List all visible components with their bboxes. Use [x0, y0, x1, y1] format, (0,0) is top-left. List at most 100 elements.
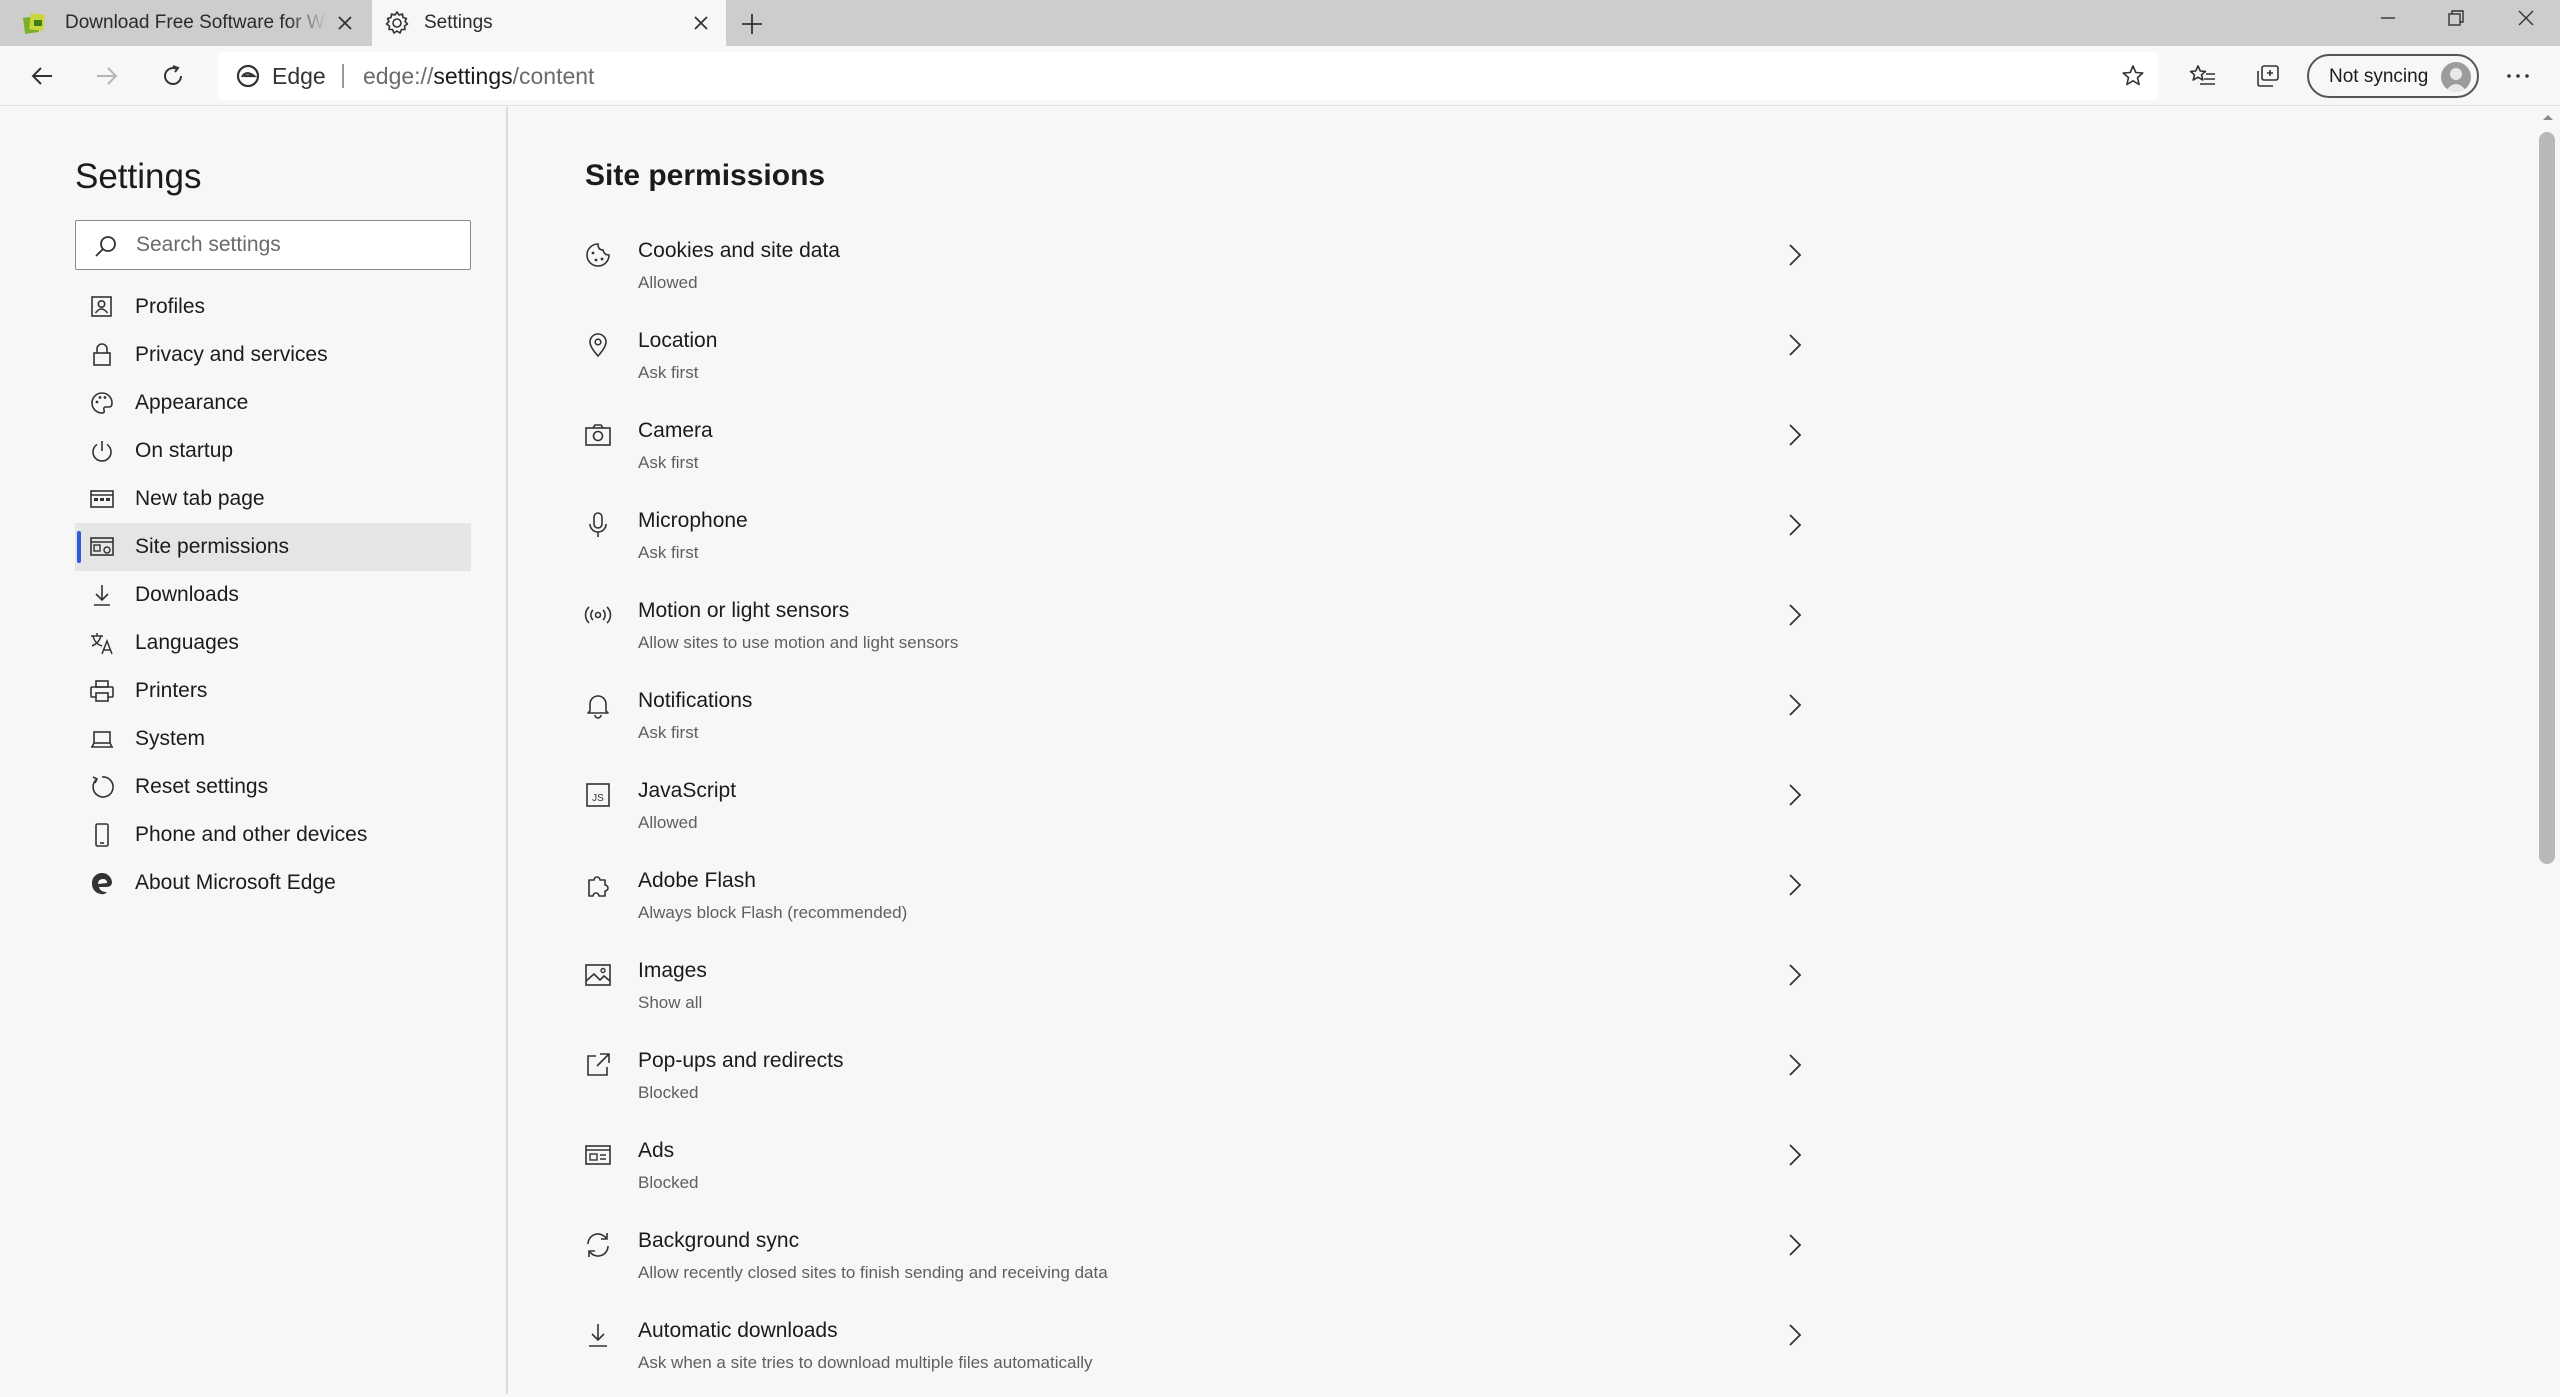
chevron-right-icon: [1780, 961, 1808, 989]
settings-and-more-button[interactable]: [2500, 58, 2536, 94]
forward-button[interactable]: [89, 58, 125, 94]
profile-icon: [89, 294, 115, 320]
refresh-button[interactable]: [155, 58, 191, 94]
sidebar-item-phone-and-other-devices[interactable]: Phone and other devices: [75, 811, 471, 859]
permission-status: Always block Flash (recommended): [638, 903, 908, 922]
permission-title: Camera: [638, 419, 713, 442]
url-text[interactable]: edge://settings/content: [363, 63, 594, 90]
permission-title: Background sync: [638, 1229, 800, 1252]
edge-logo-icon: [89, 870, 115, 896]
power-icon: [89, 438, 115, 464]
minimize-button[interactable]: [2354, 0, 2422, 36]
close-window-button[interactable]: [2492, 0, 2560, 36]
sidebar-item-reset-settings[interactable]: Reset settings: [75, 763, 471, 811]
gear-icon: [384, 10, 410, 36]
permission-title: Pop-ups and redirects: [638, 1049, 844, 1072]
permission-row-microphone[interactable]: Microphone Ask first: [580, 497, 1820, 587]
close-icon: [2518, 10, 2534, 26]
vertical-scrollbar[interactable]: [2535, 107, 2560, 1394]
sidebar-item-downloads[interactable]: Downloads: [75, 571, 471, 619]
collections-button[interactable]: [2250, 58, 2286, 94]
printer-icon: [89, 678, 115, 704]
back-button[interactable]: [24, 58, 60, 94]
bell-icon: [584, 691, 612, 719]
address-bar[interactable]: Edge edge://settings/content: [218, 52, 2158, 100]
popup-icon: [584, 1051, 612, 1079]
search-input[interactable]: [136, 231, 456, 259]
permission-row-cookies[interactable]: Cookies and site data Allowed: [580, 227, 1820, 317]
profile-sync-button[interactable]: Not syncing: [2307, 54, 2479, 98]
permission-row-adobe-flash[interactable]: Adobe Flash Always block Flash (recommen…: [580, 857, 1820, 947]
permission-status: Allowed: [638, 813, 698, 832]
lock-icon: [89, 342, 115, 368]
sensor-icon: [584, 601, 612, 629]
permission-row-automatic-downloads[interactable]: Automatic downloads Ask when a site trie…: [580, 1307, 1820, 1397]
permission-row-ads[interactable]: Ads Blocked: [580, 1127, 1820, 1217]
sidebar-item-privacy[interactable]: Privacy and services: [75, 331, 471, 379]
tab-download-software[interactable]: Download Free Software for Windows: [0, 0, 370, 46]
close-tab-icon[interactable]: [690, 12, 712, 34]
scrollbar-thumb[interactable]: [2539, 132, 2555, 864]
chevron-right-icon: [1780, 421, 1808, 449]
permission-title: Motion or light sensors: [638, 599, 850, 622]
chevron-right-icon: [1780, 1321, 1808, 1349]
sidebar-item-label: About Microsoft Edge: [135, 871, 336, 894]
permission-title: Location: [638, 329, 718, 352]
permission-row-background-sync[interactable]: Background sync Allow recently closed si…: [580, 1217, 1820, 1307]
sidebar-item-label: Phone and other devices: [135, 823, 368, 846]
permission-status: Show all: [638, 993, 703, 1012]
permission-row-location[interactable]: Location Ask first: [580, 317, 1820, 407]
close-tab-icon[interactable]: [334, 12, 356, 34]
permission-status: Allow recently closed sites to finish se…: [638, 1263, 1108, 1282]
sidebar-item-profiles[interactable]: Profiles: [75, 283, 471, 331]
permissions-list: Cookies and site data Allowed Location A…: [580, 227, 1820, 1397]
sidebar-item-languages[interactable]: Languages: [75, 619, 471, 667]
puzzle-icon: [584, 871, 612, 899]
sidebar-item-printers[interactable]: Printers: [75, 667, 471, 715]
languages-icon: [89, 630, 115, 656]
sidebar-item-about-microsoft-edge[interactable]: About Microsoft Edge: [75, 859, 471, 907]
permission-row-notifications[interactable]: Notifications Ask first: [580, 677, 1820, 767]
location-pin-icon: [584, 331, 612, 359]
chevron-right-icon: [1780, 601, 1808, 629]
collections-icon: [2257, 65, 2279, 87]
restore-button[interactable]: [2422, 0, 2490, 36]
sidebar-item-appearance[interactable]: Appearance: [75, 379, 471, 427]
url-path: /content: [512, 63, 595, 89]
sidebar-item-label: Site permissions: [135, 535, 290, 558]
new-tab-button[interactable]: [736, 8, 768, 40]
permission-row-motion-sensors[interactable]: Motion or light sensors Allow sites to u…: [580, 587, 1820, 677]
url-host: settings: [433, 63, 513, 89]
more-ellipsis-icon: [2507, 74, 2529, 78]
sidebar-item-new-tab-page[interactable]: New tab page: [75, 475, 471, 523]
sidebar-item-site-permissions[interactable]: Site permissions: [75, 523, 471, 571]
permission-row-camera[interactable]: Camera Ask first: [580, 407, 1820, 497]
tab-strip: Download Free Software for Windows Setti…: [0, 0, 2560, 46]
sidebar-item-on-startup[interactable]: On startup: [75, 427, 471, 475]
permission-row-images[interactable]: Images Show all: [580, 947, 1820, 1037]
search-box[interactable]: [75, 220, 471, 270]
sidebar-item-system[interactable]: System: [75, 715, 471, 763]
permission-row-popups[interactable]: Pop-ups and redirects Blocked: [580, 1037, 1820, 1127]
site-permissions-icon: [89, 534, 115, 560]
javascript-icon: JS: [584, 781, 612, 809]
add-favorite-star-icon[interactable]: [2120, 63, 2146, 89]
sidebar-item-label: Appearance: [135, 391, 249, 414]
settings-sidebar: Settings Profiles Privacy and services A…: [0, 107, 508, 1394]
sidebar-item-label: Languages: [135, 631, 239, 654]
section-title: Site permissions: [585, 159, 826, 192]
page-title: Settings: [75, 157, 202, 196]
omnibox-brand-label: Edge: [272, 63, 326, 89]
omnibox-separator: [342, 64, 344, 88]
browser-toolbar: Edge edge://settings/content Not syncing: [0, 46, 2560, 106]
permission-status: Blocked: [638, 1173, 699, 1192]
chevron-right-icon: [1780, 1141, 1808, 1169]
site-permissions-panel: Site permissions Cookies and site data A…: [510, 107, 2535, 1394]
permission-title: Notifications: [638, 689, 753, 712]
permission-row-javascript[interactable]: JS JavaScript Allowed: [580, 767, 1820, 857]
scroll-up-arrow-icon[interactable]: [2541, 112, 2555, 122]
image-icon: [584, 961, 612, 989]
tab-settings[interactable]: Settings: [372, 0, 726, 46]
favorites-button[interactable]: [2185, 58, 2221, 94]
permission-title: Microphone: [638, 509, 748, 532]
